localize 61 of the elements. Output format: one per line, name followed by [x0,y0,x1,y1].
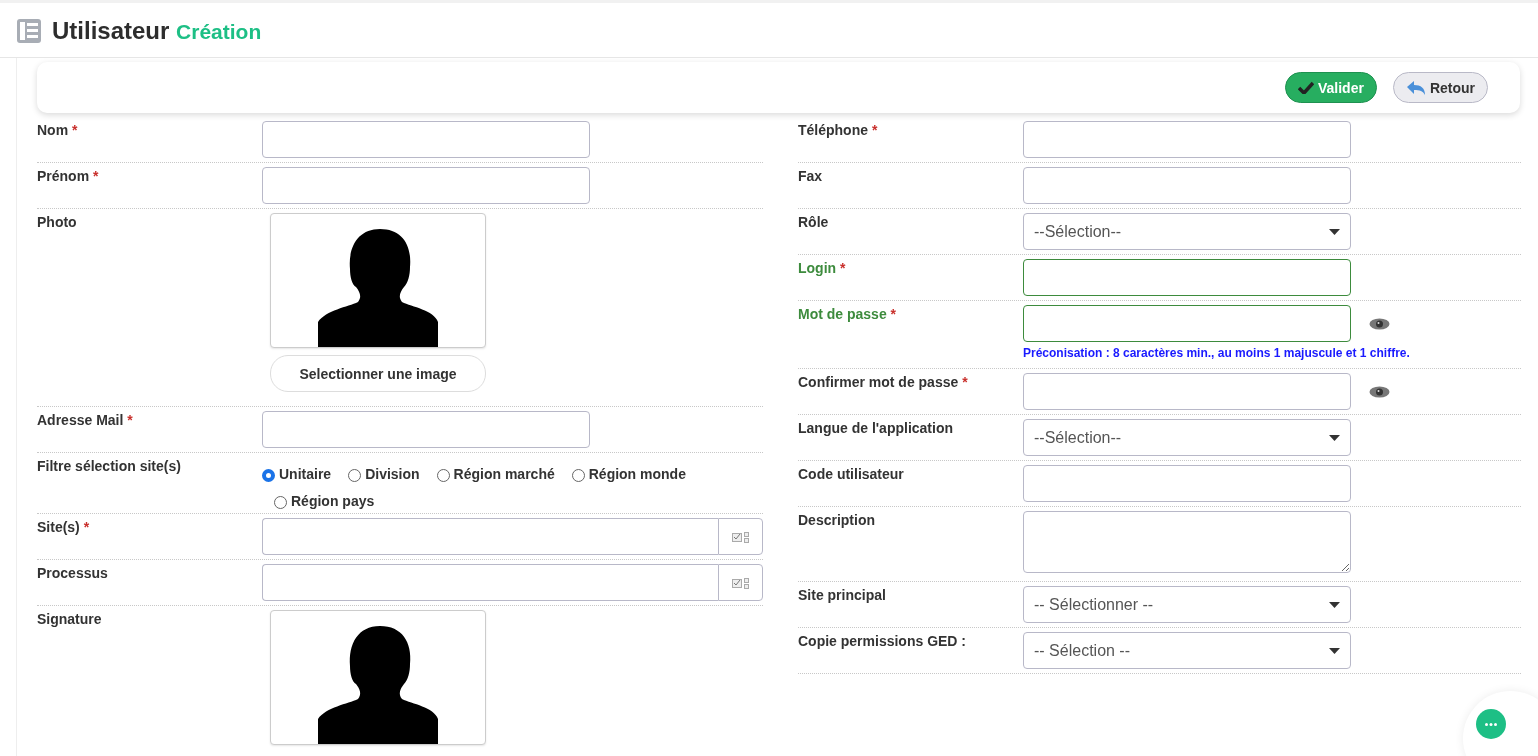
field-label: Mot de passe * [798,305,897,322]
field-label: Confirmer mot de passe * [798,373,968,390]
person-silhouette-icon [318,227,438,347]
field-label: Site principal [798,586,886,603]
more-dots-icon [1484,722,1497,726]
text-field[interactable] [1023,167,1351,204]
radio-option[interactable]: Région marché [436,465,555,482]
password-hint: Préconisation : 8 caractères min., au moins 1 majuscule et 1 chiffre. [1023,346,1411,360]
form-icon [16,18,42,44]
select-field[interactable]: --Sélection-- [1023,213,1351,250]
field-label: Processus [37,564,108,581]
caret-icon [1329,647,1340,654]
password-field[interactable] [1023,305,1351,342]
picker-button[interactable] [718,564,763,601]
field-label: Filtre sélection site(s) [37,457,181,474]
picker-button[interactable] [718,518,763,555]
field-label: Copie permissions GED : [798,632,967,649]
radio-option[interactable]: Région pays [274,492,375,509]
checklist-icon [731,530,750,543]
caret-icon [1329,434,1340,441]
radio-option[interactable]: Unitaire [262,465,332,482]
field-label: Prénom * [37,167,99,184]
field-label: Site(s) * [37,518,90,535]
text-field[interactable] [1023,259,1351,296]
caret-icon [1329,601,1340,608]
field-label: Photo [37,213,77,230]
select-image-button[interactable]: Selectionner une image [270,355,486,392]
field-label: Signature [37,610,102,627]
person-silhouette-icon [318,624,438,744]
select-field[interactable]: --Sélection-- [1023,419,1351,456]
field-label: Fax [798,167,823,184]
text-field[interactable] [1023,465,1351,502]
page-title: Utilisateur Création [52,17,262,45]
radio-option[interactable]: Division [348,465,420,482]
description-field[interactable] [1023,511,1351,573]
field-label: Adresse Mail * [37,411,133,428]
select-field[interactable]: -- Sélectionner -- [1023,586,1351,623]
text-field[interactable] [262,411,590,448]
field-label: Description [798,511,875,528]
back-arrow-icon [1405,79,1426,96]
radio-option[interactable]: Région monde [571,465,686,482]
password-field[interactable] [1023,373,1351,410]
back-button[interactable]: Retour [1392,72,1488,103]
field-label: Code utilisateur [798,465,904,482]
field-label: Téléphone * [798,121,878,138]
picker-field[interactable] [262,564,718,601]
eye-icon[interactable] [1369,317,1390,330]
eye-icon[interactable] [1369,385,1390,398]
caret-icon [1329,228,1340,235]
text-field[interactable] [1023,121,1351,158]
checklist-icon [731,576,750,589]
checkmark-icon [1297,81,1314,94]
field-label: Nom * [37,121,78,138]
field-label: Login * [798,259,846,276]
field-label: Langue de l'application [798,419,953,436]
text-field[interactable] [262,167,590,204]
field-label: Rôle [798,213,829,230]
select-field[interactable]: -- Sélection -- [1023,632,1351,669]
chat-button[interactable] [1475,709,1506,739]
text-field[interactable] [262,121,590,158]
picker-field[interactable] [262,518,718,555]
